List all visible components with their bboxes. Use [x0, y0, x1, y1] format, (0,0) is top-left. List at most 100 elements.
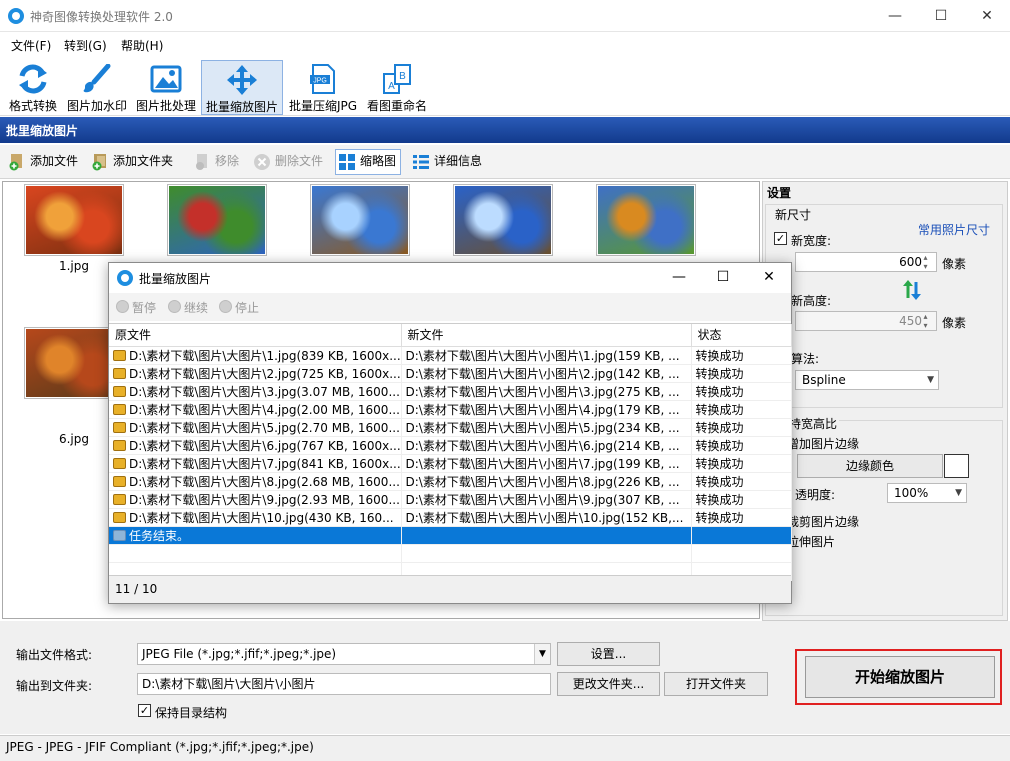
thumbnail-view-button[interactable]: 缩略图: [335, 149, 402, 175]
tool-batch-resize[interactable]: 批量缩放图片: [201, 60, 283, 115]
stop-button[interactable]: 停止: [219, 299, 259, 316]
status-cell: 转换成功: [691, 400, 792, 419]
menu-bar: 文件(F) 转到(G) 帮助(H): [0, 33, 1010, 57]
column-status[interactable]: 状态: [691, 324, 792, 347]
file-icon: [113, 385, 126, 397]
menu-file[interactable]: 文件(F): [11, 37, 51, 54]
remove-label: 移除: [215, 154, 240, 168]
table-row[interactable]: D:\素材下载\图片\大图片\6.jpg(767 KB, 1600x... D:\…: [109, 436, 792, 455]
swap-arrows-icon[interactable]: [903, 280, 921, 300]
table-row[interactable]: D:\素材下载\图片\大图片\1.jpg(839 KB, 1600x... D:\…: [109, 346, 792, 365]
pause-icon: [116, 300, 129, 313]
status-cell: 转换成功: [691, 364, 792, 383]
file-toolbar: 添加文件 添加文件夹 移除 删除文件 缩略图 详细信息: [0, 145, 1010, 179]
thumbnail-item[interactable]: [310, 184, 410, 256]
new-width-checkbox[interactable]: ✓: [774, 232, 787, 245]
target-cell: D:\素材下载\图片\大图片\小图片\6.jpg(214 KB, ...: [401, 436, 692, 455]
keep-structure-checkbox[interactable]: ✓: [138, 704, 151, 717]
add-file-button[interactable]: 添加文件: [6, 150, 82, 174]
svg-text:A: A: [388, 81, 395, 92]
close-button[interactable]: ✕: [964, 0, 1010, 32]
border-color-button[interactable]: 边缘颜色: [797, 454, 943, 478]
tool-format-convert[interactable]: 格式转换: [4, 60, 62, 115]
column-target[interactable]: 新文件: [401, 324, 692, 347]
dialog-toolbar: 暂停 继续 停止: [109, 293, 791, 321]
picture-icon: [150, 65, 182, 93]
source-cell: D:\素材下载\图片\大图片\2.jpg(725 KB, 1600x...: [109, 364, 402, 383]
output-format-label: 输出文件格式:: [16, 648, 93, 662]
table-row[interactable]: D:\素材下载\图片\大图片\3.jpg(3.07 MB, 1600... D:\…: [109, 382, 792, 401]
source-cell: D:\素材下载\图片\大图片\1.jpg(839 KB, 1600x...: [109, 346, 402, 365]
height-unit: 像素: [942, 316, 967, 330]
status-cell: 转换成功: [691, 382, 792, 401]
status-cell: 转换成功: [691, 436, 792, 455]
details-view-button[interactable]: 详细信息: [410, 150, 486, 174]
table-row[interactable]: D:\素材下载\图片\大图片\9.jpg(2.93 MB, 1600... D:\…: [109, 490, 792, 509]
minimize-button[interactable]: —: [872, 0, 918, 32]
target-cell: D:\素材下载\图片\大图片\小图片\2.jpg(142 KB, ...: [401, 364, 692, 383]
change-folder-button[interactable]: 更改文件夹...: [557, 672, 660, 696]
output-dir-input[interactable]: D:\素材下载\图片\大图片\小图片: [137, 673, 551, 695]
add-folder-button[interactable]: 添加文件夹: [89, 150, 177, 174]
table-row[interactable]: D:\素材下载\图片\大图片\10.jpg(430 KB, 160... D:\素…: [109, 508, 792, 527]
table-row[interactable]: D:\素材下载\图片\大图片\7.jpg(841 KB, 1600x... D:\…: [109, 454, 792, 473]
dialog-close-button[interactable]: ✕: [747, 263, 791, 291]
new-width-input[interactable]: 600: [795, 252, 937, 272]
maximize-button[interactable]: ☐: [918, 0, 964, 32]
opacity-select[interactable]: 100% ▼: [887, 483, 967, 503]
dialog-maximize-button[interactable]: ☐: [701, 263, 745, 291]
remove-icon: [196, 154, 207, 170]
new-width-label: 新宽度:: [791, 234, 832, 248]
tool-watermark[interactable]: 图片加水印: [64, 60, 130, 115]
tool-compress-jpg[interactable]: JPG 批量压缩JPG: [286, 60, 360, 115]
thumbnail-item[interactable]: [596, 184, 696, 256]
status-cell: 转换成功: [691, 346, 792, 365]
crop-border-option[interactable]: 裁剪图片边缘: [787, 513, 859, 530]
menu-help[interactable]: 帮助(H): [121, 37, 163, 54]
file-icon: [113, 421, 126, 433]
delete-file-button[interactable]: 删除文件: [251, 150, 327, 174]
status-cell: [691, 526, 792, 545]
stretch-option[interactable]: 拉伸图片: [787, 533, 835, 550]
file-icon: [113, 511, 126, 523]
thumbnail-item[interactable]: [167, 184, 267, 256]
resume-button[interactable]: 继续: [168, 299, 208, 316]
settings-panel: 设置 新尺寸 常用照片尺寸 ✓ 新宽度: 600 像素 新高度: 450 像素 …: [762, 181, 1008, 621]
thumbnail-view-label: 缩略图: [360, 154, 397, 168]
table-row[interactable]: D:\素材下载\图片\大图片\4.jpg(2.00 MB, 1600... D:\…: [109, 400, 792, 419]
tool-batch-process[interactable]: 图片批处理: [134, 60, 198, 115]
remove-button[interactable]: 移除: [191, 150, 243, 174]
new-height-input[interactable]: 450: [795, 311, 937, 331]
format-settings-button[interactable]: 设置...: [557, 642, 660, 666]
chevron-down-icon: ▼: [927, 375, 934, 385]
tool-label: 批量压缩JPG: [288, 99, 358, 113]
table-row[interactable]: 任务结束。: [109, 526, 792, 545]
table-row[interactable]: D:\素材下载\图片\大图片\8.jpg(2.68 MB, 1600... D:\…: [109, 472, 792, 491]
tool-rename[interactable]: A B 看图重命名: [364, 60, 430, 115]
app-icon: [8, 8, 24, 24]
source-cell: 任务结束。: [109, 526, 402, 545]
common-sizes-link[interactable]: 常用照片尺寸: [918, 221, 990, 238]
table-row[interactable]: D:\素材下载\图片\大图片\5.jpg(2.70 MB, 1600... D:\…: [109, 418, 792, 437]
open-folder-button[interactable]: 打开文件夹: [664, 672, 768, 696]
section-header: 批里缩放图片: [0, 117, 1010, 143]
dialog-minimize-button[interactable]: —: [657, 263, 701, 291]
column-source[interactable]: 原文件: [109, 324, 402, 347]
thumbnail-item[interactable]: 1.jpg: [24, 184, 124, 273]
start-resize-button[interactable]: 开始缩放图片: [805, 656, 995, 698]
menu-goto[interactable]: 转到(G): [64, 37, 107, 54]
pause-button[interactable]: 暂停: [116, 299, 156, 316]
title-bar: 神奇图像转换处理软件 2.0 — ☐ ✕: [0, 0, 1010, 32]
thumbnail-item[interactable]: [453, 184, 553, 256]
target-cell: D:\素材下载\图片\大图片\小图片\7.jpg(199 KB, ...: [401, 454, 692, 473]
source-cell: D:\素材下载\图片\大图片\5.jpg(2.70 MB, 1600...: [109, 418, 402, 437]
algorithm-label: 算法:: [791, 352, 820, 366]
algorithm-select[interactable]: Bspline ▼: [795, 370, 939, 390]
add-border-option[interactable]: 增加图片边缘: [787, 435, 859, 452]
output-format-select[interactable]: JPEG File (*.jpg;*.jfif;*.jpeg;*.jpe) ▼: [137, 643, 551, 665]
file-icon: [113, 439, 126, 451]
table-row[interactable]: D:\素材下载\图片\大图片\2.jpg(725 KB, 1600x... D:\…: [109, 364, 792, 383]
status-cell: 转换成功: [691, 472, 792, 491]
border-color-swatch[interactable]: [944, 454, 969, 478]
tool-label: 图片批处理: [135, 99, 196, 113]
